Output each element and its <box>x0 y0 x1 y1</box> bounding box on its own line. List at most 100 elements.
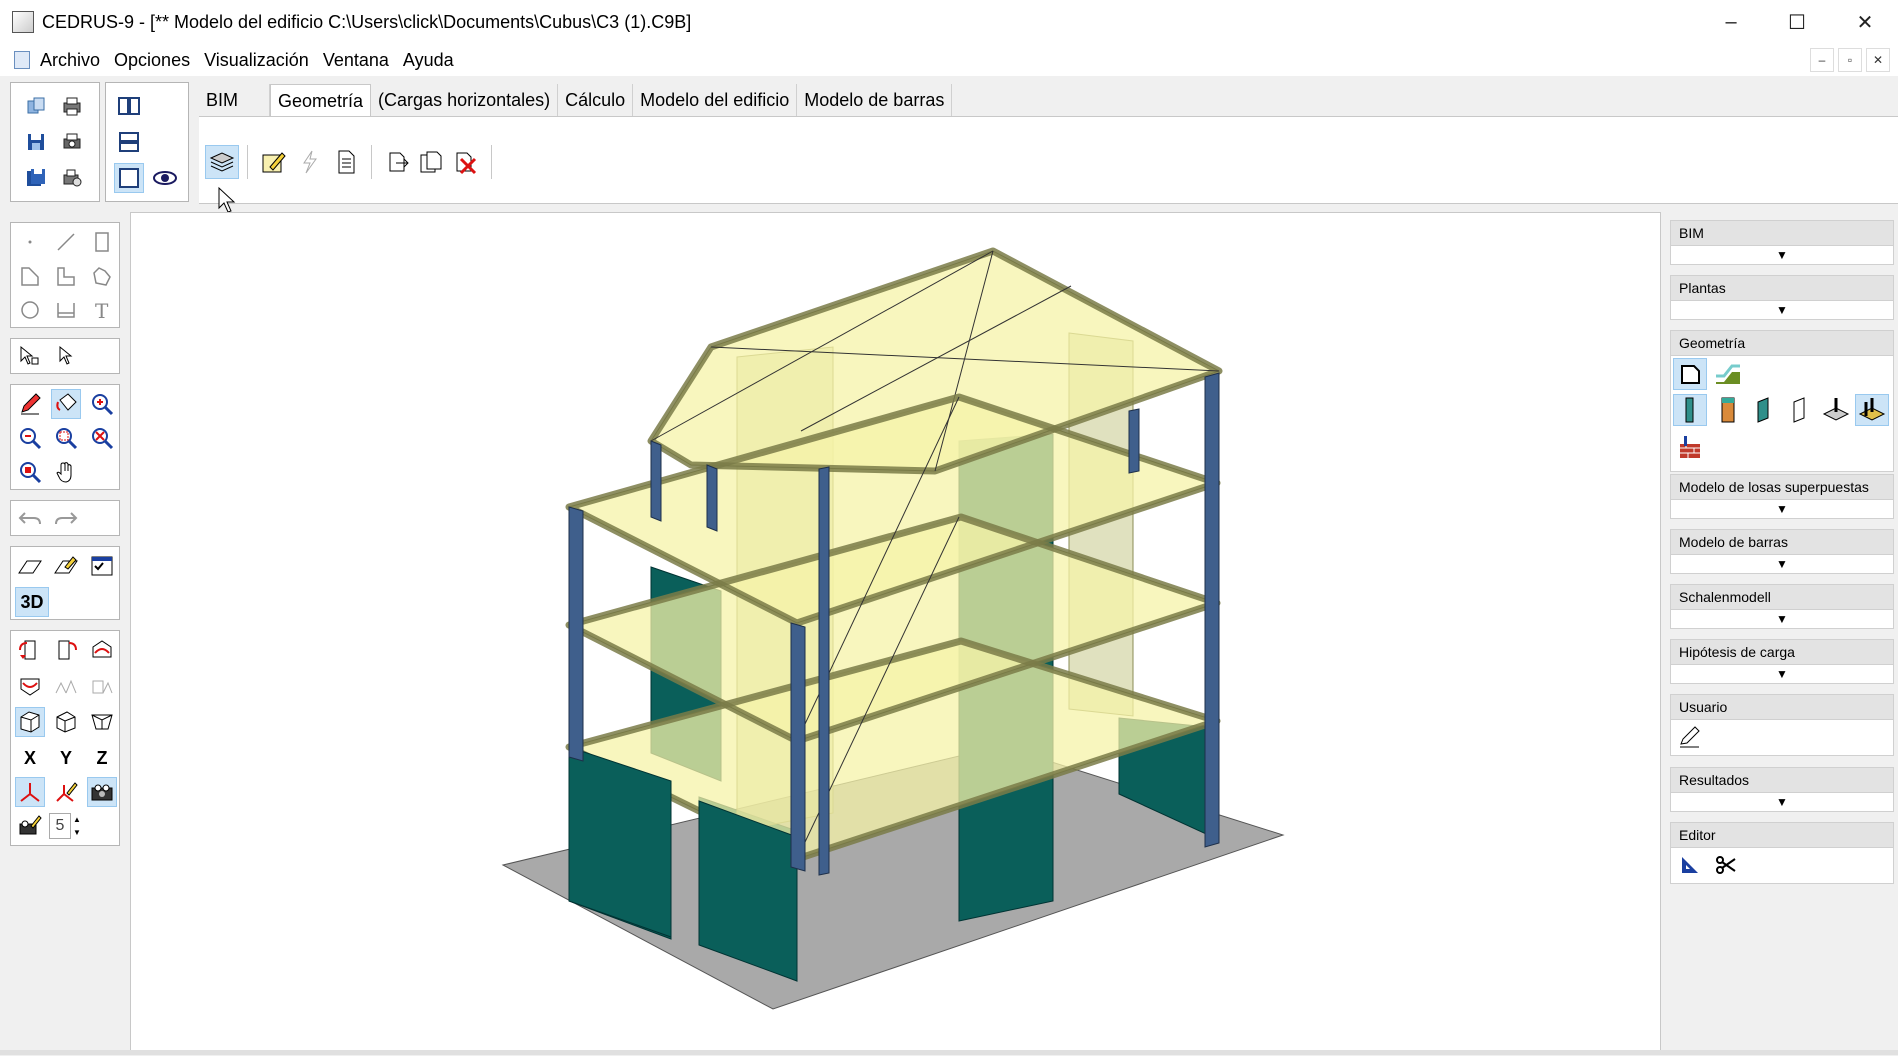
split-vertical-icon[interactable] <box>114 91 144 121</box>
footing-icon[interactable] <box>1855 394 1889 426</box>
rotate-up-icon[interactable] <box>87 635 117 665</box>
mdi-minimize-button[interactable]: – <box>1810 48 1834 72</box>
section-header[interactable]: Plantas <box>1670 275 1894 301</box>
zoom-window-icon[interactable] <box>51 423 81 453</box>
wall-outline-icon[interactable] <box>1783 394 1817 426</box>
spinner-up-icon[interactable]: ▲ <box>71 813 83 826</box>
select-area-icon[interactable] <box>51 341 81 371</box>
open-model-icon[interactable] <box>21 91 51 121</box>
import-icon[interactable] <box>415 145 449 179</box>
axis-z-button[interactable]: Z <box>87 743 117 773</box>
rotate-down-icon[interactable] <box>15 671 45 701</box>
axis-edit-icon[interactable] <box>51 777 81 807</box>
axis-y-button[interactable]: Y <box>51 743 81 773</box>
rectangle-icon[interactable] <box>87 227 117 257</box>
view-front-icon[interactable] <box>51 671 81 701</box>
split-horizontal-icon[interactable] <box>114 127 144 157</box>
view-3d-button[interactable]: 3D <box>15 587 49 617</box>
wall-element-icon[interactable] <box>1747 394 1781 426</box>
tab-bim[interactable]: BIM <box>199 84 270 116</box>
dropdown-arrow-icon[interactable]: ▼ <box>1671 500 1893 518</box>
text-icon[interactable]: T <box>87 295 117 325</box>
edit-geometry-icon[interactable] <box>257 145 291 179</box>
zoom-in-icon[interactable] <box>87 389 117 419</box>
pencil-icon[interactable] <box>15 389 45 419</box>
dropdown-arrow-icon[interactable]: ▼ <box>1671 555 1893 573</box>
circle-icon[interactable] <box>15 295 45 325</box>
paint-icon[interactable] <box>51 389 81 419</box>
menu-ayuda[interactable]: Ayuda <box>403 50 454 71</box>
iso-view-2-icon[interactable] <box>51 707 81 737</box>
user-edit-icon[interactable] <box>1673 722 1707 752</box>
point-icon[interactable] <box>15 227 45 257</box>
column-brick-icon[interactable] <box>1711 394 1745 426</box>
minimize-button[interactable]: – <box>1698 0 1764 44</box>
plane-icon[interactable] <box>15 551 45 581</box>
tab-calculo[interactable]: Cálculo <box>558 84 634 116</box>
scissors-icon[interactable] <box>1709 850 1743 880</box>
print-icon[interactable] <box>57 91 87 121</box>
zoom-out-icon[interactable] <box>15 423 45 453</box>
polyline-icon[interactable] <box>87 261 117 291</box>
checklist-icon[interactable] <box>87 551 117 581</box>
eye-icon[interactable] <box>150 163 180 193</box>
camera-edit-icon[interactable] <box>15 811 45 841</box>
pan-hand-icon[interactable] <box>51 457 81 487</box>
dropdown-arrow-icon[interactable]: ▼ <box>1671 246 1893 264</box>
undo-icon[interactable] <box>15 503 45 533</box>
dropdown-arrow-icon[interactable]: ▼ <box>1671 793 1893 811</box>
menu-visualizacion[interactable]: Visualización <box>204 50 309 71</box>
brick-wall-icon[interactable] <box>1673 432 1707 464</box>
lightning-icon[interactable] <box>293 145 327 179</box>
rotate-left-icon[interactable] <box>15 635 45 665</box>
iso-view-icon[interactable] <box>15 707 45 737</box>
section-header[interactable]: Usuario <box>1670 694 1894 720</box>
spinner-down-icon[interactable]: ▼ <box>71 826 83 839</box>
section-header[interactable]: Schalenmodell <box>1670 584 1894 610</box>
model-3d-canvas[interactable] <box>130 212 1661 1052</box>
mdi-close-button[interactable]: ✕ <box>1866 48 1890 72</box>
line-icon[interactable] <box>51 227 81 257</box>
dimension-icon[interactable] <box>51 295 81 325</box>
tab-cargas-horizontales[interactable]: (Cargas horizontales) <box>371 84 559 116</box>
dropdown-arrow-icon[interactable]: ▼ <box>1671 301 1893 319</box>
edit-plane-icon[interactable] <box>51 551 81 581</box>
camera-icon[interactable] <box>87 777 117 807</box>
slab-outline-icon[interactable] <box>1673 358 1707 390</box>
document-icon[interactable] <box>14 51 30 69</box>
maximize-button[interactable]: ☐ <box>1764 0 1830 44</box>
single-window-icon[interactable] <box>114 163 144 193</box>
menu-ventana[interactable]: Ventana <box>323 50 389 71</box>
save-icon[interactable] <box>21 127 51 157</box>
print-preview-icon[interactable] <box>57 127 87 157</box>
l-shape-icon[interactable] <box>51 261 81 291</box>
section-header[interactable]: Editor <box>1670 822 1894 848</box>
set-square-icon[interactable] <box>1673 850 1707 880</box>
section-header[interactable]: BIM <box>1670 220 1894 246</box>
section-header[interactable]: Modelo de barras <box>1670 529 1894 555</box>
section-header[interactable]: Geometría <box>1670 330 1894 356</box>
layers-icon[interactable] <box>205 145 239 179</box>
view-side-icon[interactable] <box>87 671 117 701</box>
slope-icon[interactable] <box>1711 358 1745 390</box>
step-value-field[interactable]: 5 <box>49 813 71 839</box>
tab-modelo-del-edificio[interactable]: Modelo del edificio <box>633 84 798 116</box>
menu-archivo[interactable]: Archivo <box>40 50 100 71</box>
close-button[interactable]: ✕ <box>1832 0 1898 44</box>
export-icon[interactable] <box>381 145 415 179</box>
delete-document-icon[interactable] <box>449 145 483 179</box>
perspective-icon[interactable] <box>87 707 117 737</box>
axis-x-button[interactable]: X <box>15 743 45 773</box>
redo-icon[interactable] <box>51 503 81 533</box>
document-icon[interactable] <box>329 145 363 179</box>
axis-cross-icon[interactable] <box>15 777 45 807</box>
app-icon[interactable] <box>12 11 34 33</box>
zoom-previous-icon[interactable] <box>87 423 117 453</box>
dropdown-arrow-icon[interactable]: ▼ <box>1671 665 1893 683</box>
section-header[interactable]: Hipótesis de carga <box>1670 639 1894 665</box>
foundation-icon[interactable] <box>1819 394 1853 426</box>
section-header[interactable]: Modelo de losas superpuestas <box>1670 474 1894 500</box>
print-settings-icon[interactable] <box>57 163 87 193</box>
tab-modelo-de-barras[interactable]: Modelo de barras <box>797 84 953 116</box>
rotate-right-icon[interactable] <box>51 635 81 665</box>
